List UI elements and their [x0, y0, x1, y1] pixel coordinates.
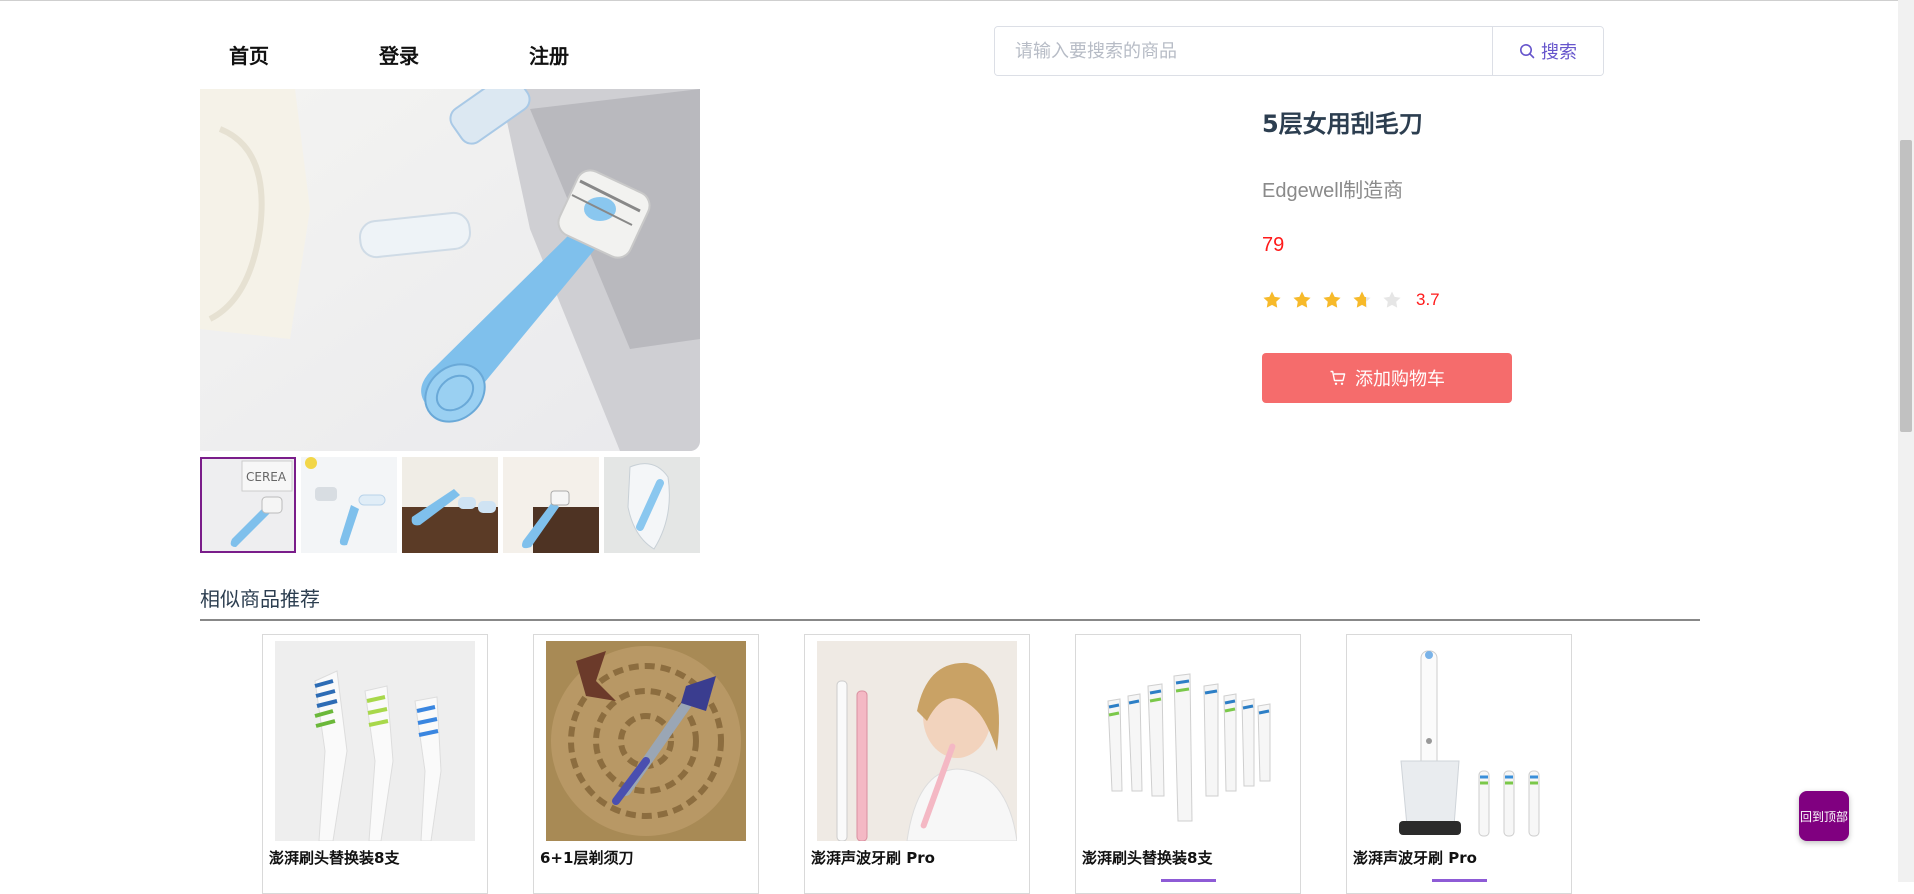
- recommend-image-2: [546, 641, 746, 841]
- thumbnail-1[interactable]: CEREA: [200, 457, 296, 553]
- thumbnail-5[interactable]: [604, 457, 700, 553]
- star-icon: [1323, 291, 1341, 308]
- svg-text:CEREA: CEREA: [246, 470, 287, 484]
- search-input[interactable]: [995, 27, 1492, 75]
- rating-score: 3.7: [1416, 290, 1440, 309]
- thumbnail-3[interactable]: [402, 457, 498, 553]
- search-icon: [1520, 44, 1535, 59]
- recommend-image-5: [1359, 641, 1559, 841]
- recommend-divider: [200, 619, 1700, 621]
- product-price: 79: [1262, 234, 1285, 256]
- recommend-name-1: 澎湃刷头替换装8支: [269, 849, 400, 867]
- search-bar: 搜索: [994, 26, 1604, 76]
- recommend-image-1: [275, 641, 475, 841]
- star-icon: [1293, 291, 1311, 308]
- scrollbar-thumb[interactable]: [1900, 140, 1912, 432]
- back-to-top-button[interactable]: 回到顶部: [1799, 791, 1849, 841]
- product-rating: 3.7: [1262, 290, 1440, 310]
- recommend-name-3: 澎湃声波牙刷 Pro: [811, 849, 935, 867]
- nav-register-link[interactable]: 注册: [529, 40, 569, 69]
- recommend-name-5: 澎湃声波牙刷 Pro: [1353, 849, 1477, 867]
- recommend-title: 相似商品推荐: [200, 587, 320, 611]
- star-icon: [1263, 291, 1281, 308]
- recommend-image-4: [1088, 641, 1288, 841]
- product-title: 5层女用刮毛刀: [1262, 110, 1423, 138]
- product-brand: Edgewell制造商: [1262, 180, 1404, 202]
- star-icon: [1353, 291, 1371, 308]
- page-scrollbar[interactable]: [1898, 0, 1914, 882]
- recommend-card-1[interactable]: 澎湃刷头替换装8支: [262, 634, 488, 894]
- recommend-name-4: 澎湃刷头替换装8支: [1082, 849, 1213, 867]
- recommend-card-5[interactable]: 澎湃声波牙刷 Pro: [1346, 634, 1572, 894]
- thumbnail-2[interactable]: [301, 457, 397, 553]
- cart-icon: [1330, 370, 1346, 385]
- recommend-card-4[interactable]: 澎湃刷头替换装8支: [1075, 634, 1301, 894]
- recommend-card-2[interactable]: 6+1层剃须刀: [533, 634, 759, 894]
- recommend-name-2: 6+1层剃须刀: [540, 849, 634, 867]
- recommend-card-3[interactable]: 澎湃声波牙刷 Pro: [804, 634, 1030, 894]
- thumbnail-strip: CEREA: [200, 457, 700, 553]
- thumbnail-4[interactable]: [503, 457, 599, 553]
- nav-home-link[interactable]: 首页: [229, 40, 269, 69]
- recommend-image-3: [817, 641, 1017, 841]
- nav-login-link[interactable]: 登录: [379, 40, 419, 69]
- search-button-label: 搜索: [1541, 42, 1577, 63]
- star-icon: [1383, 291, 1401, 308]
- add-to-cart-button[interactable]: 添加购物车: [1262, 353, 1512, 403]
- top-border: [0, 0, 1914, 1]
- add-to-cart-label: 添加购物车: [1355, 369, 1445, 390]
- search-button[interactable]: 搜索: [1492, 27, 1603, 75]
- product-main-image: [200, 89, 700, 451]
